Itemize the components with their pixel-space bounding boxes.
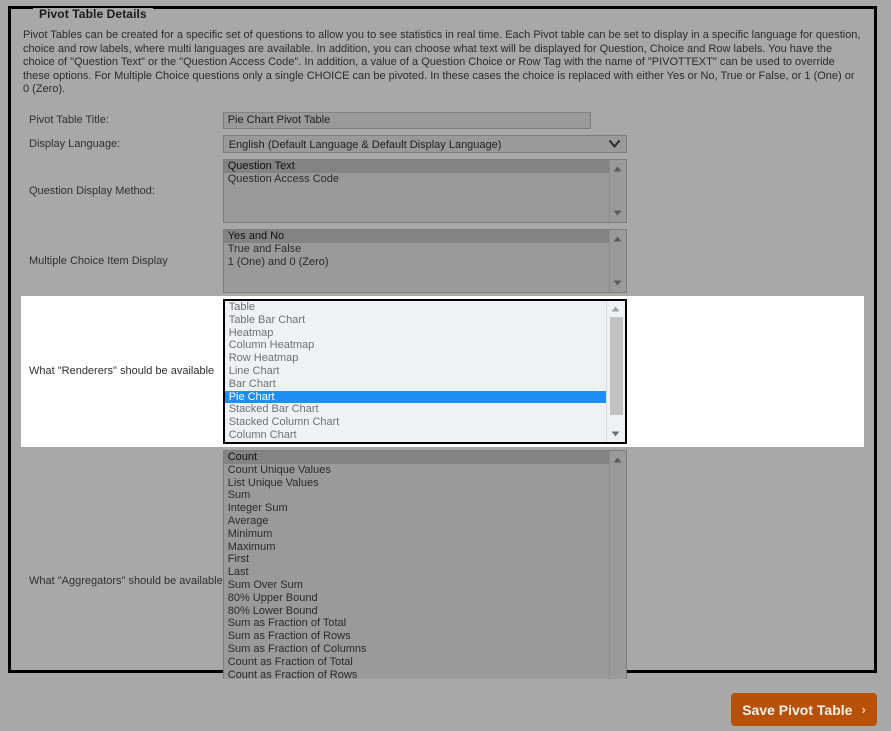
list-item[interactable]: Column Chart: [225, 429, 606, 442]
list-item[interactable]: Yes and No: [224, 230, 609, 243]
row-aggregators: What "Aggregators" should be available C…: [21, 447, 864, 715]
footer-bar: Save Pivot Table ›: [0, 679, 891, 731]
list-item[interactable]: Maximum: [224, 541, 609, 554]
list-item[interactable]: Pie Chart: [225, 391, 606, 404]
list-item[interactable]: Sum as Fraction of Total: [224, 617, 609, 630]
multiple-choice-item-display-scrollbar[interactable]: [609, 230, 626, 292]
list-item[interactable]: Table: [225, 301, 606, 314]
list-item[interactable]: Table Bar Chart: [225, 314, 606, 327]
list-item[interactable]: Integer Sum: [224, 502, 609, 515]
list-item[interactable]: Count Unique Values: [224, 464, 609, 477]
chevron-right-icon: ›: [861, 703, 865, 716]
multiple-choice-item-display-listbox[interactable]: Yes and NoTrue and False1 (One) and 0 (Z…: [223, 229, 627, 293]
aggregators-listbox[interactable]: CountCount Unique ValuesList Unique Valu…: [223, 450, 627, 712]
aggregators-options: CountCount Unique ValuesList Unique Valu…: [224, 451, 609, 711]
row-multiple-choice-item-display: Multiple Choice Item Display Yes and NoT…: [21, 226, 864, 296]
row-renderers: What "Renderers" should be available Tab…: [21, 296, 864, 447]
list-item[interactable]: Line Chart: [225, 365, 606, 378]
list-item[interactable]: Sum as Fraction of Columns: [224, 643, 609, 656]
list-item[interactable]: 80% Upper Bound: [224, 592, 609, 605]
pivot-table-title-input[interactable]: [223, 112, 591, 129]
scroll-up-icon[interactable]: [610, 232, 626, 246]
label-pivot-table-title: Pivot Table Title:: [21, 109, 223, 132]
list-item[interactable]: Sum Over Sum: [224, 579, 609, 592]
renderers-options: TableTable Bar ChartHeatmapColumn Heatma…: [225, 301, 606, 442]
list-item[interactable]: Stacked Column Chart: [225, 416, 606, 429]
list-item[interactable]: 1 (One) and 0 (Zero): [224, 256, 609, 269]
save-pivot-table-button[interactable]: Save Pivot Table ›: [731, 693, 877, 726]
label-multiple-choice-item-display: Multiple Choice Item Display: [21, 226, 223, 296]
list-item[interactable]: Question Text: [224, 160, 609, 173]
question-display-method-options: Question TextQuestion Access Code: [224, 160, 609, 222]
label-question-display-method: Question Display Method:: [21, 156, 223, 226]
save-button-label: Save Pivot Table: [742, 702, 852, 718]
list-item[interactable]: List Unique Values: [224, 477, 609, 490]
row-pivot-table-title: Pivot Table Title:: [21, 109, 864, 132]
list-item[interactable]: True and False: [224, 243, 609, 256]
intro-description: Pivot Tables can be created for a specif…: [23, 29, 862, 97]
scroll-up-icon[interactable]: [610, 453, 626, 467]
renderers-scroll-thumb[interactable]: [610, 317, 623, 415]
row-question-display-method: Question Display Method: Question TextQu…: [21, 156, 864, 226]
list-item[interactable]: Heatmap: [225, 327, 606, 340]
list-item[interactable]: Sum as Fraction of Rows: [224, 630, 609, 643]
scroll-down-icon[interactable]: [607, 427, 625, 441]
question-display-method-listbox[interactable]: Question TextQuestion Access Code: [223, 159, 627, 223]
list-item[interactable]: Count: [224, 451, 609, 464]
aggregators-scrollbar[interactable]: [609, 451, 626, 711]
display-language-value: English (Default Language & Default Disp…: [223, 135, 627, 153]
list-item[interactable]: Last: [224, 566, 609, 579]
list-item[interactable]: Sum: [224, 489, 609, 502]
renderers-scrollbar[interactable]: [606, 301, 625, 442]
pivot-table-details-panel: Pivot Table Details Pivot Tables can be …: [8, 6, 877, 673]
list-item[interactable]: Count as Fraction of Total: [224, 656, 609, 669]
display-language-select[interactable]: English (Default Language & Default Disp…: [223, 135, 627, 153]
list-item[interactable]: Average: [224, 515, 609, 528]
pivot-settings-form: Pivot Table Title: Display Language: Eng…: [21, 109, 864, 715]
list-item[interactable]: Row Heatmap: [225, 352, 606, 365]
list-item[interactable]: Bar Chart: [225, 378, 606, 391]
scroll-up-icon[interactable]: [610, 162, 626, 176]
list-item[interactable]: Minimum: [224, 528, 609, 541]
scroll-down-icon[interactable]: [610, 276, 626, 290]
list-item[interactable]: First: [224, 553, 609, 566]
question-display-method-scrollbar[interactable]: [609, 160, 626, 222]
multiple-choice-item-display-options: Yes and NoTrue and False1 (One) and 0 (Z…: [224, 230, 609, 292]
row-display-language: Display Language: English (Default Langu…: [21, 132, 864, 156]
list-item[interactable]: Column Heatmap: [225, 339, 606, 352]
list-item[interactable]: Stacked Bar Chart: [225, 403, 606, 416]
label-display-language: Display Language:: [21, 132, 223, 156]
list-item[interactable]: 80% Lower Bound: [224, 605, 609, 618]
scroll-down-icon[interactable]: [610, 206, 626, 220]
scroll-up-icon[interactable]: [607, 302, 625, 316]
label-renderers: What "Renderers" should be available: [21, 296, 223, 447]
panel-body: Pivot Tables can be created for a specif…: [11, 17, 874, 670]
label-aggregators: What "Aggregators" should be available: [21, 447, 223, 715]
renderers-listbox[interactable]: TableTable Bar ChartHeatmapColumn Heatma…: [223, 299, 627, 444]
list-item[interactable]: Question Access Code: [224, 173, 609, 186]
